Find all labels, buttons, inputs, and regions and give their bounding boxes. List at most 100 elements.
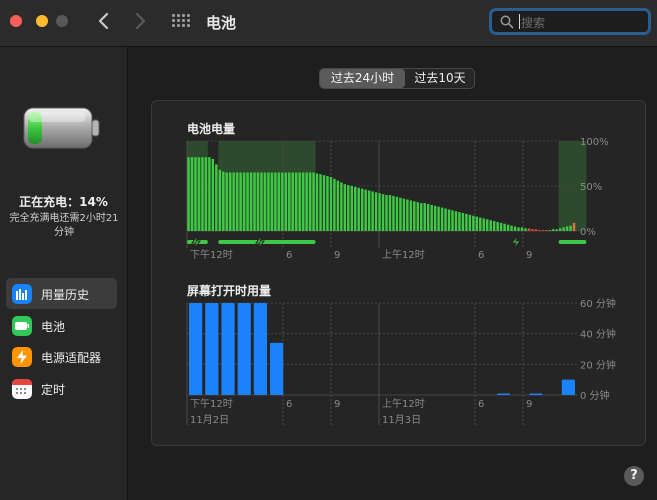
battery-level-bar <box>558 228 562 231</box>
charging-bolt-icon <box>255 234 265 250</box>
battery-level-bar <box>555 229 558 231</box>
battery-level-bar <box>228 172 232 231</box>
battery-level-bar <box>437 206 440 231</box>
battery-level-bar <box>485 219 489 231</box>
battery-x-tick-label: 6 <box>478 250 484 261</box>
battery-level-bar <box>374 192 378 231</box>
battery-level-bar <box>479 217 482 231</box>
battery-level-bar <box>291 172 294 231</box>
sidebar-item-label: 电源适配器 <box>41 351 102 365</box>
battery-level-bar <box>416 202 420 231</box>
battery-level-bar <box>423 203 426 231</box>
charge-status-subtitle: 完全充满电还需2小时21分钟 <box>9 213 119 238</box>
search-field[interactable]: 搜索 <box>489 8 651 35</box>
battery-level-bar <box>440 207 444 231</box>
battery-level-bar <box>201 157 204 231</box>
battery-level-bar <box>322 175 326 231</box>
battery-level-bar <box>482 218 485 231</box>
usage-charts: 100% 50% 0% 下午12时 6 9 上午12时 6 9 60 分钟 40 分钟 20 分钟 0 … <box>186 137 616 426</box>
tab-last-10-days[interactable]: 过去10天 <box>406 69 474 88</box>
battery-level-bar <box>447 209 451 231</box>
search-icon <box>500 15 514 29</box>
battery-level-bar <box>513 226 517 231</box>
battery-level-bar <box>336 180 340 231</box>
battery-level-bar <box>413 201 416 231</box>
battery-y-tick-label: 0% <box>580 227 596 238</box>
sidebar-item-schedule[interactable]: 定时 <box>6 373 117 404</box>
battery-level-bar <box>492 221 496 231</box>
close-window-button[interactable] <box>10 15 22 27</box>
battery-level-bar <box>312 172 315 231</box>
battery-level-bar <box>215 164 218 231</box>
screen-usage-bar <box>529 393 543 395</box>
battery-level-bar <box>347 185 350 231</box>
battery-level-bar <box>392 195 395 231</box>
battery-level-bar <box>260 172 263 231</box>
battery-level-bar <box>548 230 551 231</box>
time-range-segmented-control: 过去24小时 过去10天 <box>319 68 475 89</box>
battery-level-bar <box>367 190 371 231</box>
battery-level-bar <box>190 157 194 231</box>
battery-level-bar <box>315 173 319 231</box>
battery-level-bar <box>562 227 565 231</box>
battery-level-bar <box>350 186 354 231</box>
sidebar: 正在充电：14% 完全充满电还需2小时21分钟 用量历史 电池 电源适配器 定时 <box>0 47 128 500</box>
text-cursor <box>519 14 520 29</box>
battery-level-bar <box>551 229 555 231</box>
sidebar-item-battery[interactable]: 电池 <box>6 310 117 341</box>
battery-level-bar <box>222 171 225 231</box>
battery-level-bar <box>465 213 468 231</box>
help-button[interactable]: ? <box>624 466 644 486</box>
minimize-window-button[interactable] <box>36 15 48 27</box>
battery-level-bar <box>284 172 288 231</box>
battery-level-bar <box>308 172 312 231</box>
battery-level-bar <box>277 172 281 231</box>
battery-level-bar <box>461 213 465 231</box>
battery-level-bar <box>218 169 222 231</box>
battery-y-tick-label: 100% <box>580 137 609 148</box>
charging-bolt-icon <box>511 234 521 250</box>
battery-level-bar <box>197 157 201 231</box>
battery-level-bar <box>472 215 475 231</box>
battery-x-tick-label: 上午12时 <box>382 248 425 261</box>
battery-level-bar <box>253 172 256 231</box>
battery-level-bar <box>409 200 413 231</box>
sidebar-item-usage-history[interactable]: 用量历史 <box>6 278 117 309</box>
screen-x-tick-label: 9 <box>526 399 532 410</box>
battery-level-bar <box>333 178 336 231</box>
sidebar-item-power-adapter[interactable]: 电源适配器 <box>6 341 117 372</box>
screen-usage-bar <box>496 393 511 395</box>
battery-level-bar <box>239 172 242 231</box>
battery-level-bar <box>305 172 308 231</box>
screen-x-tick-label: 9 <box>334 399 340 410</box>
battery-level-bar <box>270 172 274 231</box>
battery-level-bar <box>263 172 267 231</box>
forward-chevron-icon[interactable] <box>131 11 149 31</box>
battery-level-bar <box>340 182 343 231</box>
battery-level-bar <box>211 159 215 231</box>
battery-level-bar <box>281 172 284 231</box>
battery-level-bar <box>402 198 406 231</box>
battery-level-bar <box>399 197 402 231</box>
battery-level-bar <box>503 223 506 231</box>
battery-level-bar <box>187 157 190 231</box>
show-all-grid-icon[interactable] <box>172 14 190 30</box>
battery-level-bar <box>433 205 437 231</box>
battery-level-bar <box>326 176 329 231</box>
screen-y-tick-label: 40 分钟 <box>580 328 616 341</box>
battery-y-tick-label: 50% <box>580 182 602 193</box>
battery-level-bar <box>451 210 454 231</box>
battery-level-bar <box>572 222 576 231</box>
back-chevron-icon[interactable] <box>95 11 113 31</box>
zoom-window-button[interactable] <box>56 15 68 27</box>
battery-level-bar <box>499 222 503 231</box>
battery-x-tick-label: 9 <box>334 250 340 261</box>
battery-level-bar <box>288 172 291 231</box>
battery-level-bar <box>454 211 458 231</box>
screen-x-tick-label: 6 <box>286 399 292 410</box>
battery-level-bar <box>565 226 569 231</box>
battery-level-bar <box>371 191 374 231</box>
tab-last-24-hours[interactable]: 过去24小时 <box>320 69 405 88</box>
sidebar-item-label: 定时 <box>41 383 66 397</box>
battery-level-bar <box>538 230 541 231</box>
